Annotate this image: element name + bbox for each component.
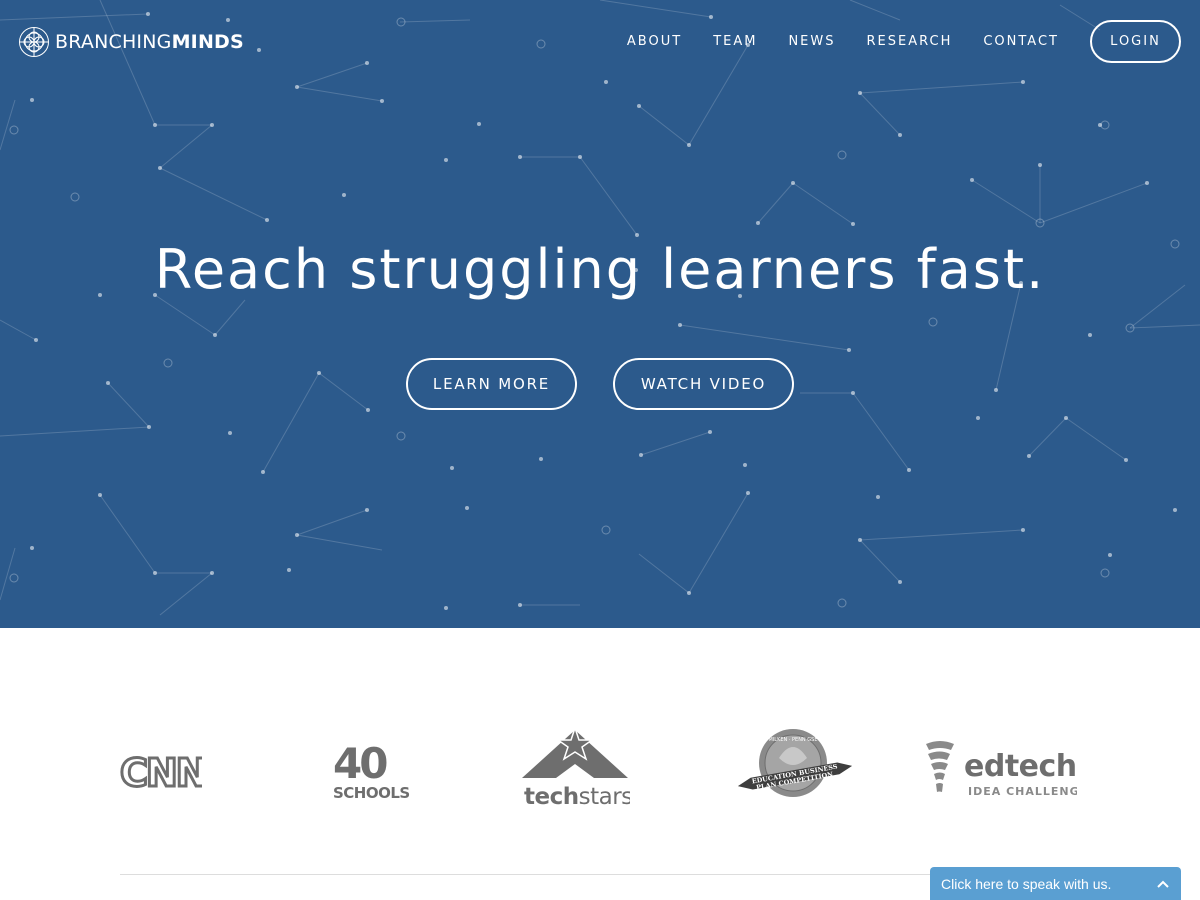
watch-video-button[interactable]: WATCH VIDEO [613, 358, 794, 410]
edtech-mark: edtech IDEA CHALLENGE [926, 741, 1087, 798]
nav-news-link[interactable]: NEWS [788, 34, 835, 49]
learn-more-button[interactable]: LEARN MORE [406, 358, 577, 410]
chevron-up-icon [1157, 880, 1169, 888]
nav-about-link[interactable]: ABOUT [627, 34, 682, 49]
chat-widget-label: Click here to speak with us. [941, 875, 1112, 892]
brand-logo[interactable]: BRANCHINGMINDS [18, 26, 244, 58]
hero-cta-group: LEARN MORE WATCH VIDEO [0, 358, 1200, 410]
svg-text:techstars: techstars [524, 784, 630, 808]
techstars-logo: techstars [520, 725, 633, 812]
chat-widget-button[interactable]: Click here to speak with us. [930, 867, 1181, 900]
forty-schools-word: SCHOOLS [333, 784, 410, 800]
brand-name-light: BRANCHING [55, 31, 172, 53]
nav-team-link[interactable]: TEAM [713, 34, 757, 49]
milken-seal-toptext: MILKEN · PENN GSE [769, 737, 818, 743]
techstars-word-tech: tech [524, 784, 579, 808]
nav-contact-link[interactable]: CONTACT [983, 34, 1059, 49]
techstars-word-stars: stars [579, 784, 630, 808]
edtech-subtitle: IDEA CHALLENGE [968, 785, 1077, 798]
milken-penn-gse-seal: MILKEN · PENN GSE EDUCATION BUSINESS PLA… [735, 726, 855, 810]
forty-schools-logo: 40 SCHOOLS [330, 738, 418, 804]
login-button[interactable]: LOGIN [1090, 20, 1181, 63]
hero-section: BRANCHINGMINDS ABOUT TEAM NEWS RESEARCH … [0, 0, 1200, 628]
techstars-mark: techstars [522, 725, 633, 810]
branching-minds-logo-icon [19, 27, 49, 57]
hero-headline: Reach struggling learners fast. [154, 238, 1046, 301]
brand-name-bold: MINDS [171, 31, 244, 53]
press-logos: CNN 40 SCHOOLS techstars MILKEN · PENN G… [0, 720, 1200, 820]
edtech-title: edtech [964, 749, 1077, 784]
main-nav: ABOUT TEAM NEWS RESEARCH CONTACT LOGIN [627, 20, 1181, 63]
cnn-logo-text: CNN [120, 752, 202, 792]
constellation-background [0, 0, 1200, 616]
forty-schools-number: 40 [333, 739, 387, 788]
milken-seal-mark: MILKEN · PENN GSE EDUCATION BUSINESS PLA… [737, 729, 853, 797]
edtech-idea-challenge-logo: edtech IDEA CHALLENGE [922, 740, 1087, 804]
nav-research-link[interactable]: RESEARCH [867, 34, 953, 49]
brand-name: BRANCHINGMINDS [55, 31, 244, 53]
forty-schools-mark: 40 SCHOOLS [333, 739, 410, 802]
cnn-logo: CNN [119, 750, 210, 797]
cnn-logo-mark: CNN [119, 750, 210, 797]
